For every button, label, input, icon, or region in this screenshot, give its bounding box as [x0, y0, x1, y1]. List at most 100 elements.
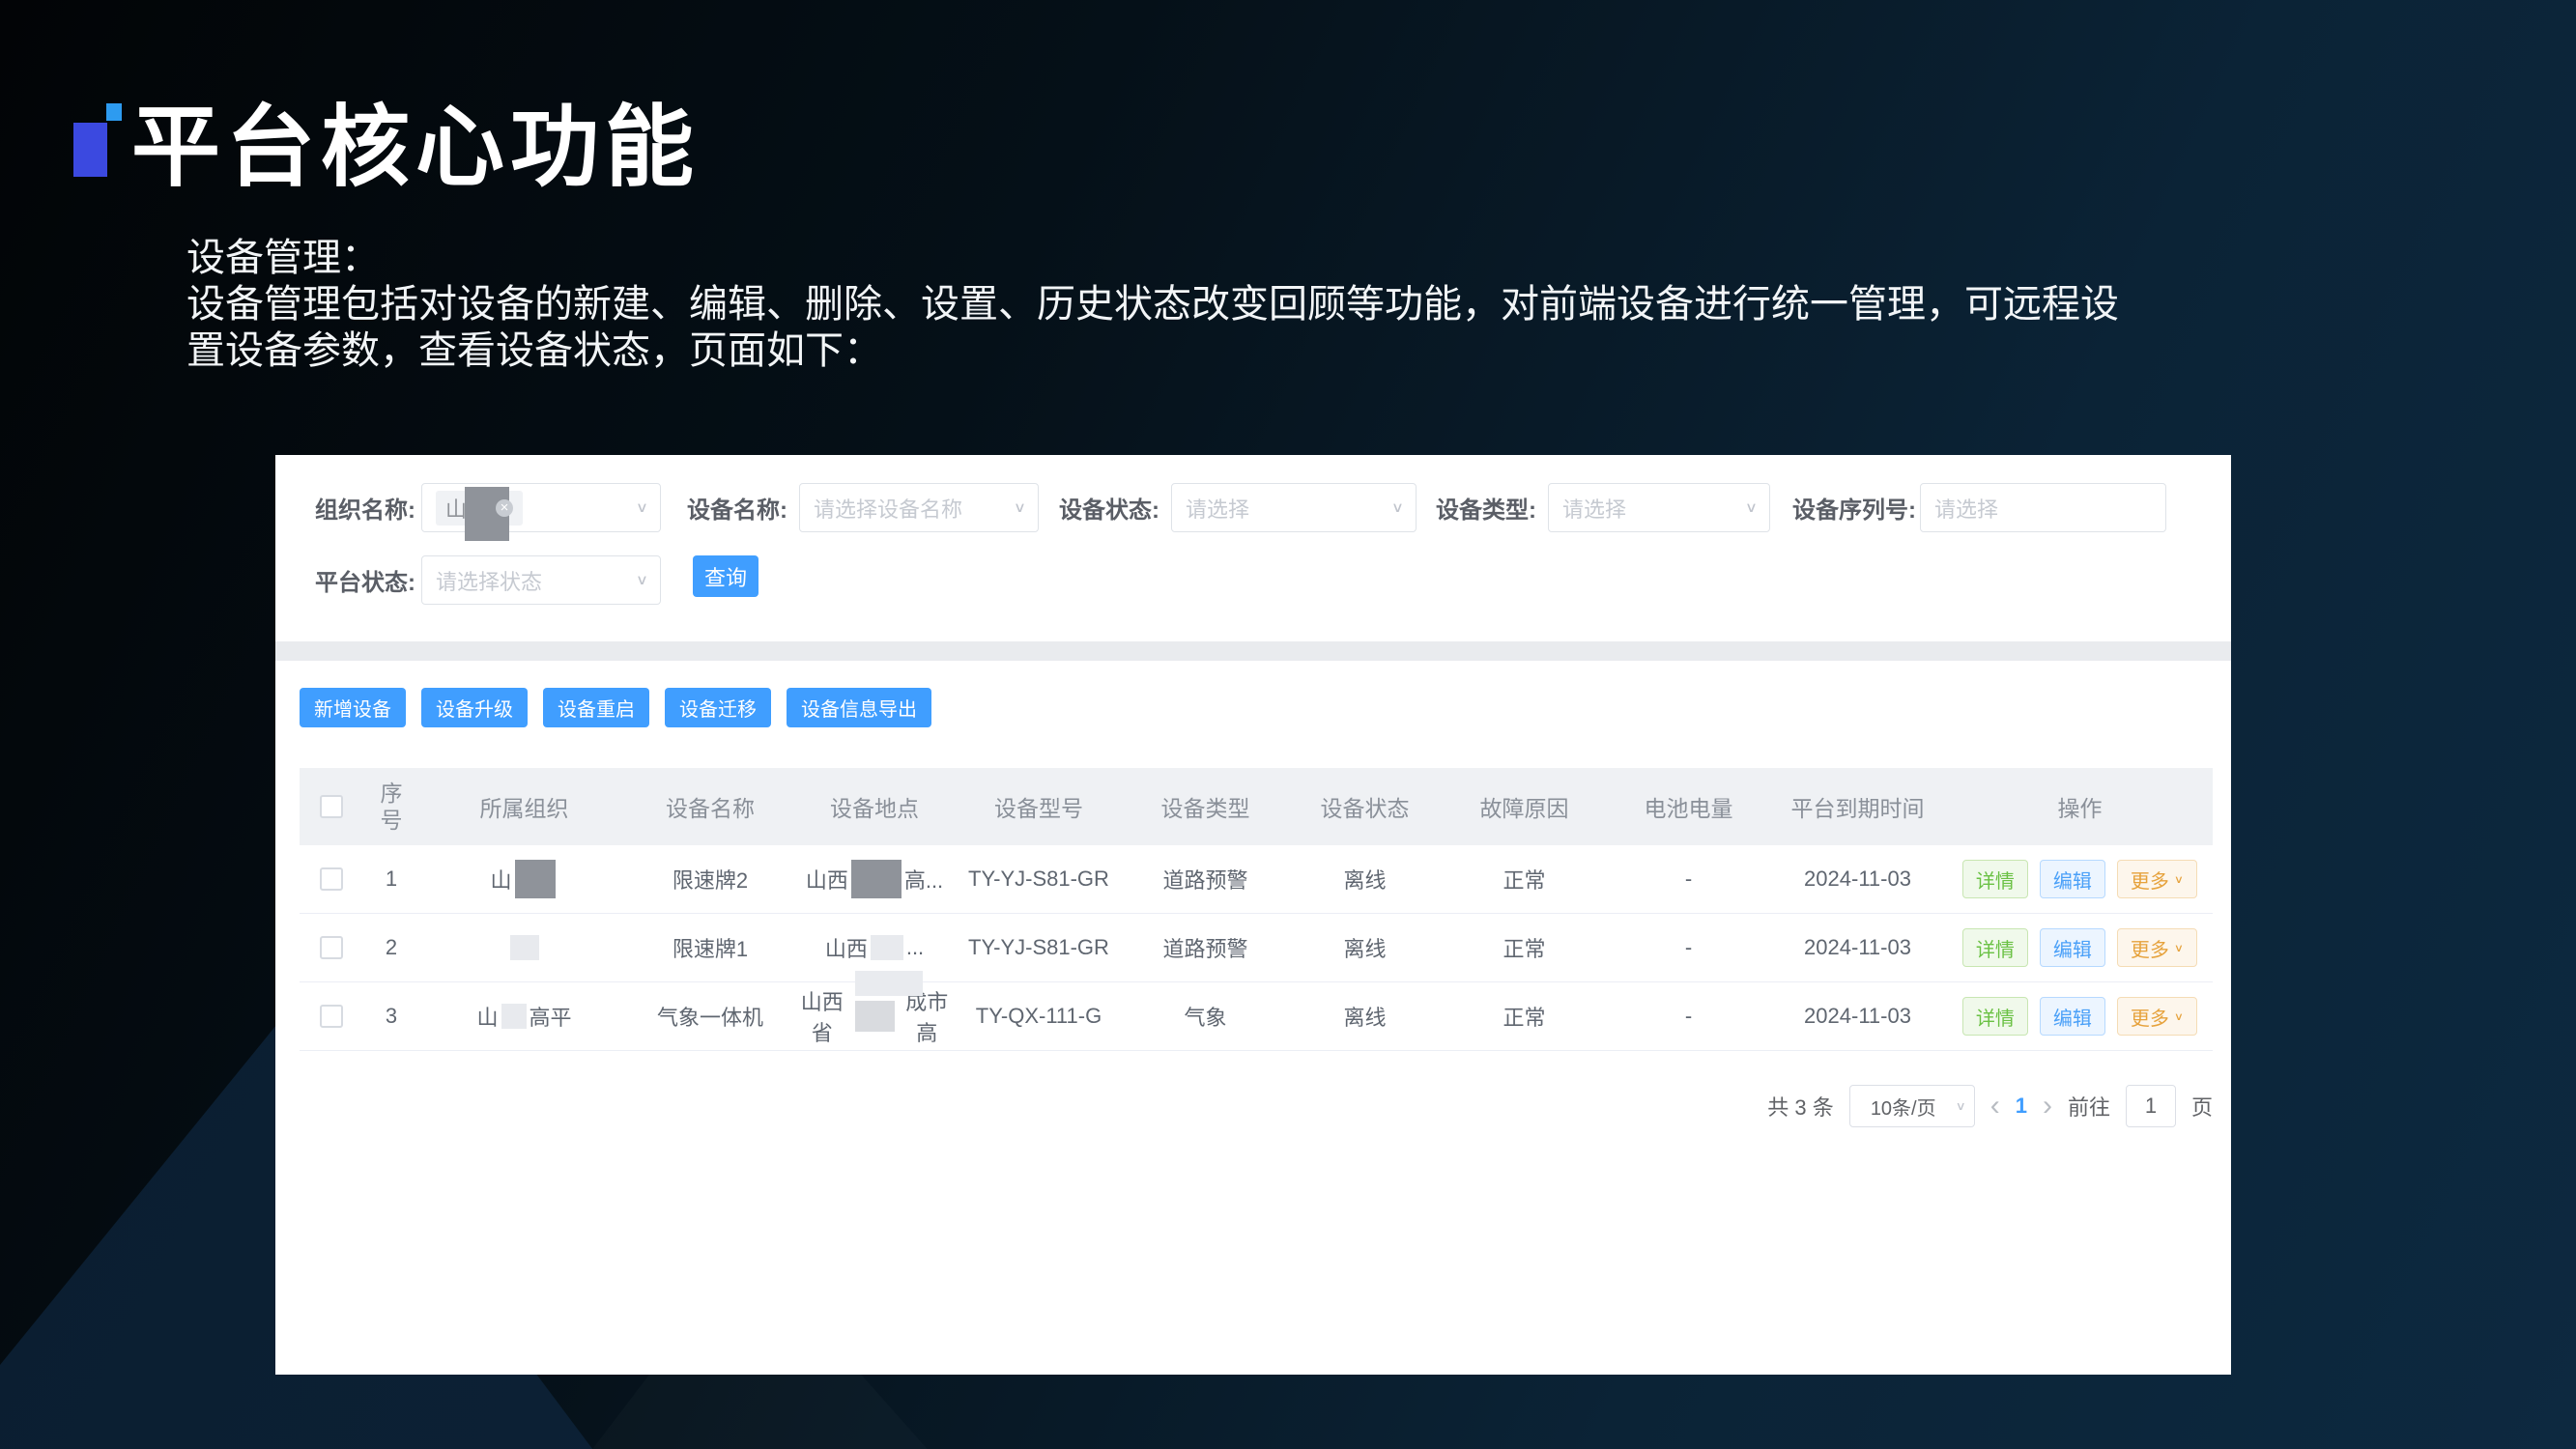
cell-index: 2	[362, 914, 420, 981]
edit-button[interactable]: 编辑	[2040, 997, 2105, 1036]
chevron-down-icon: ∨	[1745, 499, 1758, 516]
action-label: 更多	[2131, 866, 2169, 894]
cell-name: 气象一体机	[628, 982, 792, 1050]
header-label: 故障原因	[1480, 790, 1569, 823]
chevron-down-icon: ∨	[1391, 499, 1404, 516]
header-cell: 设备状态	[1290, 768, 1440, 845]
row-checkbox[interactable]	[320, 936, 343, 959]
tag-close-icon[interactable]: ×	[496, 499, 513, 517]
cell-text: 高...	[904, 864, 943, 895]
more-button[interactable]: 更多∨	[2117, 928, 2197, 967]
serial-number-input[interactable]: 请选择	[1920, 483, 2166, 532]
cell-fault: 正常	[1440, 914, 1609, 981]
row-checkbox[interactable]	[320, 1005, 343, 1028]
table-row: 2限速牌1山西...TY-YJ-S81-GR道路预警离线正常-2024-11-0…	[300, 914, 2213, 982]
prev-page-arrow[interactable]: ‹	[1990, 1092, 2000, 1121]
goto-page-input[interactable]: 1	[2126, 1085, 2176, 1127]
edit-button[interactable]: 编辑	[2040, 928, 2105, 967]
page-size-value: 10条/页	[1871, 1093, 1936, 1121]
cell-actions: 详情 编辑更多∨	[1947, 914, 2213, 981]
action-label: 详情	[1976, 1003, 2015, 1031]
title-accent-square-large	[73, 123, 107, 177]
redaction-box	[851, 860, 902, 898]
platform-status-label: 平台状态:	[315, 563, 412, 597]
cell-model: TY-QX-111-G	[957, 982, 1121, 1050]
toolbar-button[interactable]: 设备迁移	[665, 688, 771, 727]
filter-serial-number: 设备序列号: 请选择	[1792, 483, 2166, 532]
goto-label: 前往	[2068, 1091, 2110, 1122]
cell-text: 山	[490, 864, 511, 895]
action-label: 详情	[1976, 934, 2015, 962]
action-label: 编辑	[2053, 934, 2092, 962]
header-cell: 设备名称	[628, 768, 792, 845]
goto-page-value: 1	[2145, 1094, 2157, 1119]
filter-device-name: 设备名称: 请选择设备名称 ∨	[662, 483, 1039, 532]
filter-device-status: 设备状态: 请选择 ∨	[1048, 483, 1417, 532]
filter-device-type: 设备类型: 请选择 ∨	[1430, 483, 1770, 532]
section-divider	[275, 641, 2231, 661]
redaction-box	[501, 1004, 527, 1029]
slide: 平台核心功能 设备管理： 设备管理包括对设备的新建、编辑、删除、设置、历史状态改…	[0, 0, 2576, 1449]
header-label: 设备型号	[994, 790, 1083, 823]
table-header-row: 序号所属组织设备名称设备地点设备型号设备类型设备状态故障原因电池电量平台到期时间…	[300, 768, 2213, 845]
cell-battery: -	[1609, 914, 1768, 981]
device-status-select[interactable]: 请选择 ∨	[1171, 483, 1417, 532]
row-checkbox[interactable]	[320, 867, 343, 891]
header-cell: 电池电量	[1609, 768, 1768, 845]
device-name-select[interactable]: 请选择设备名称 ∨	[799, 483, 1039, 532]
action-label: 更多	[2131, 934, 2169, 962]
header-label: 设备名称	[666, 790, 755, 823]
toolbar-button[interactable]: 设备信息导出	[787, 688, 931, 727]
cell-battery: -	[1609, 982, 1768, 1050]
org-name-select[interactable]: 山西 × ∨	[421, 483, 661, 532]
device-type-select[interactable]: 请选择 ∨	[1548, 483, 1770, 532]
header-cell: 设备型号	[957, 768, 1121, 845]
next-page-arrow[interactable]: ›	[2043, 1092, 2052, 1121]
cell-text: ...	[906, 935, 924, 960]
cell-org	[420, 914, 628, 981]
row-checkbox-cell	[300, 982, 362, 1050]
more-button[interactable]: 更多∨	[2117, 997, 2197, 1036]
cell-model: TY-YJ-S81-GR	[957, 845, 1121, 913]
filter-platform-status: 平台状态: 请选择状态 ∨	[315, 555, 661, 605]
toolbar-button[interactable]: 新增设备	[300, 688, 406, 727]
header-label: 序号	[379, 780, 404, 834]
cell-type: 气象	[1121, 982, 1290, 1050]
header-checkbox-cell	[300, 768, 362, 845]
table-row: 1山限速牌2山西高...TY-YJ-S81-GR道路预警离线正常-2024-11…	[300, 845, 2213, 914]
toolbar-button[interactable]: 设备升级	[421, 688, 528, 727]
more-button[interactable]: 更多∨	[2117, 860, 2197, 898]
edit-button[interactable]: 编辑	[2040, 860, 2105, 898]
cell-expire: 2024-11-03	[1768, 982, 1947, 1050]
row-checkbox-cell	[300, 845, 362, 913]
header-cell: 平台到期时间	[1768, 768, 1947, 845]
page-size-select[interactable]: 10条/页 ∨	[1849, 1085, 1975, 1127]
header-label: 设备状态	[1321, 790, 1410, 823]
device-name-placeholder: 请选择设备名称	[814, 493, 962, 524]
header-cell: 设备类型	[1121, 768, 1290, 845]
select-all-checkbox[interactable]	[320, 795, 343, 818]
action-label: 编辑	[2053, 1003, 2092, 1031]
cell-address: 山西高...	[792, 845, 957, 913]
search-button[interactable]: 查询	[693, 555, 758, 597]
detail-button[interactable]: 详情	[1962, 928, 2028, 967]
platform-status-select[interactable]: 请选择状态 ∨	[421, 555, 661, 605]
cell-text: 山西省	[792, 985, 852, 1047]
detail-button[interactable]: 详情	[1962, 997, 2028, 1036]
header-label: 所属组织	[480, 790, 569, 823]
body-line: 设备管理：	[186, 235, 2119, 281]
cell-model: TY-YJ-S81-GR	[957, 914, 1121, 981]
cell-fault: 正常	[1440, 845, 1609, 913]
cell-index: 1	[362, 845, 420, 913]
toolbar-button[interactable]: 设备重启	[543, 688, 649, 727]
cell-status: 离线	[1290, 845, 1440, 913]
org-tag: 山西 ×	[436, 491, 523, 526]
cell-text: 山西	[825, 932, 868, 963]
toolbar: 新增设备设备升级设备重启设备迁移设备信息导出	[300, 688, 931, 727]
redaction-box	[871, 935, 903, 960]
cell-actions: 详情编辑更多∨	[1947, 845, 2213, 913]
device-status-label: 设备状态:	[1048, 491, 1159, 525]
detail-button[interactable]: 详情	[1962, 860, 2028, 898]
current-page[interactable]: 1	[2016, 1094, 2027, 1119]
header-label: 电池电量	[1645, 790, 1733, 823]
